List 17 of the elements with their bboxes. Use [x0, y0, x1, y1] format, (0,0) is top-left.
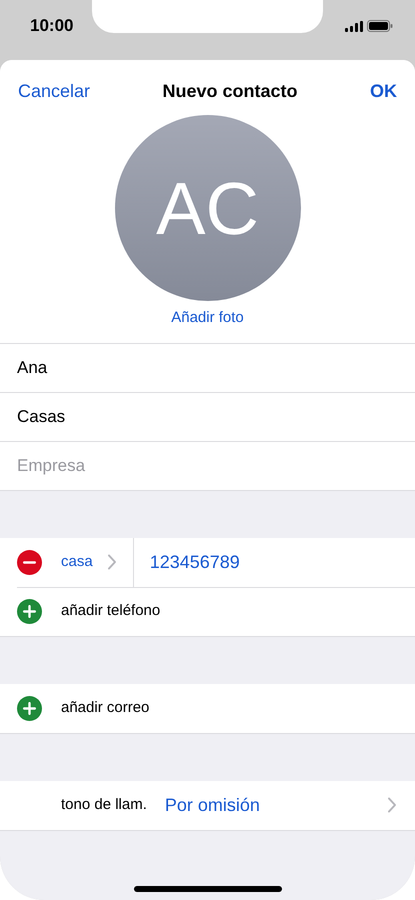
add-icon[interactable]	[17, 696, 42, 720]
setting-label: tono de llam.	[61, 794, 147, 815]
cancel-button[interactable]: Cancelar	[18, 78, 90, 104]
phone-label-button[interactable]: casa	[61, 550, 93, 574]
screen-title: Nuevo contacto	[162, 80, 298, 102]
setting-value[interactable]: Por omisión	[164, 792, 260, 818]
add-row-button[interactable]: añadir teléfono	[61, 600, 160, 623]
phone-number[interactable]: 123456789	[150, 548, 240, 576]
signal-icon	[345, 20, 363, 32]
ok-button[interactable]: OK	[370, 78, 397, 104]
avatar-initials: AC	[114, 115, 300, 301]
add-row-button[interactable]: añadir correo	[61, 696, 150, 720]
status-time: 10:00	[30, 15, 74, 38]
add-icon[interactable]	[17, 599, 42, 624]
add-photo-link[interactable]: Añadir foto	[171, 307, 244, 342]
battery-icon	[367, 20, 393, 32]
remove-icon[interactable]	[17, 550, 42, 574]
